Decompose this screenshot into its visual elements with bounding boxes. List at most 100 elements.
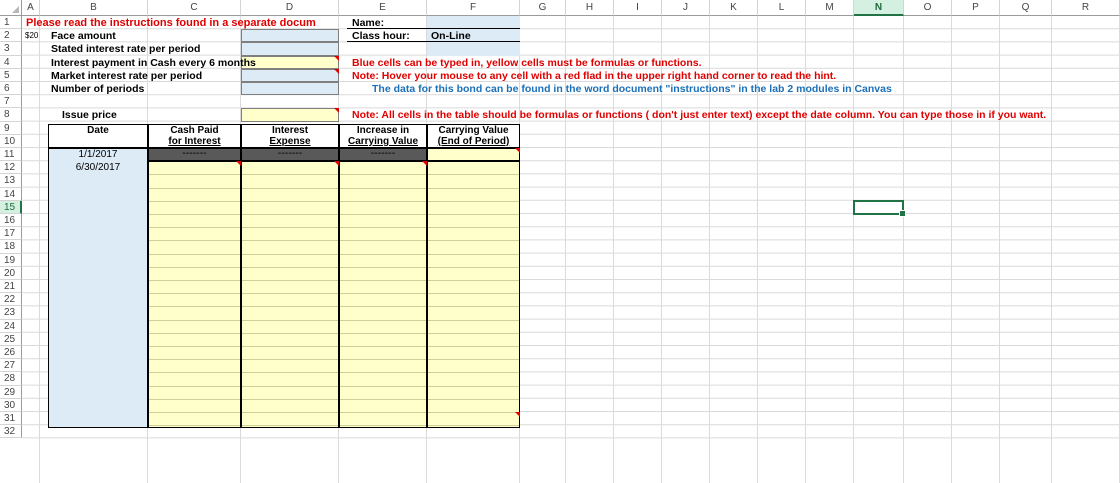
- formula-column-3[interactable]: [339, 161, 427, 429]
- row-divider: [428, 359, 519, 361]
- header-line2: for Interest: [168, 135, 221, 147]
- dash-text: -------: [370, 147, 396, 159]
- class-hour-value: On-Line: [431, 30, 471, 43]
- row-divider: [428, 293, 519, 295]
- row-divider: [149, 372, 240, 374]
- selected-cell-n15[interactable]: [853, 199, 906, 217]
- row-divider: [242, 174, 338, 176]
- row-divider: [340, 293, 426, 295]
- row-divider: [340, 279, 426, 281]
- dash-cell-3: -------: [339, 147, 427, 162]
- formula-column-2[interactable]: [241, 161, 339, 429]
- table-note: Note: All cells in the table should be f…: [352, 109, 1047, 122]
- instructions-title: Please read the instructions found in a …: [26, 17, 316, 29]
- row-divider: [428, 345, 519, 347]
- row-divider: [149, 187, 240, 189]
- row-divider: [428, 319, 519, 321]
- row-divider: [242, 200, 338, 202]
- num-periods-label: Number of periods: [51, 83, 145, 95]
- row-divider: [340, 398, 426, 400]
- row-divider: [242, 372, 338, 374]
- row-divider: [149, 398, 240, 400]
- formula-column-4[interactable]: [427, 161, 520, 429]
- row-divider: [340, 240, 426, 242]
- carrying-value-initial[interactable]: [427, 148, 520, 162]
- row-divider: [149, 174, 240, 176]
- row-divider: [242, 359, 338, 361]
- row-divider: [149, 227, 240, 229]
- row-divider: [242, 253, 338, 255]
- row-divider: [428, 279, 519, 281]
- row-divider: [149, 306, 240, 308]
- row-divider: [242, 227, 338, 229]
- row-divider: [242, 293, 338, 295]
- formula-column-1[interactable]: [148, 161, 241, 429]
- row-divider: [149, 332, 240, 334]
- row-divider: [340, 385, 426, 387]
- row-divider: [428, 411, 519, 413]
- market-rate-label: Market interest rate per period: [51, 69, 203, 82]
- row-divider: [428, 213, 519, 215]
- input-cell-d5[interactable]: [241, 68, 339, 82]
- header-line2: (End of Period): [437, 135, 510, 147]
- fill-handle[interactable]: [899, 209, 906, 217]
- row-divider: [340, 345, 426, 347]
- row-divider: [340, 200, 426, 202]
- comment-flag-icon[interactable]: [334, 68, 339, 74]
- comment-flag-icon[interactable]: [515, 412, 520, 417]
- comment-flag-icon[interactable]: [334, 55, 339, 61]
- row-divider: [149, 200, 240, 202]
- face-amount-label: Face amount: [51, 30, 116, 43]
- row-divider: [428, 240, 519, 242]
- row-divider: [428, 372, 519, 374]
- row-divider: [340, 411, 426, 413]
- row-divider: [340, 425, 426, 427]
- row-divider: [242, 385, 338, 387]
- a2-note: $20: [25, 31, 39, 41]
- comment-flag-icon[interactable]: [236, 161, 241, 167]
- dash-text: -------: [182, 147, 207, 159]
- issue-price-label: Issue price: [62, 109, 117, 122]
- row-divider: [149, 319, 240, 321]
- date-cell: 6/30/2017: [75, 162, 121, 174]
- row-divider: [149, 345, 240, 347]
- row-divider: [149, 411, 240, 413]
- row-divider: [149, 359, 240, 361]
- header-line1: Cash Paid: [170, 124, 219, 136]
- table-header-3: Increase in Carrying Value: [339, 123, 427, 148]
- row-divider: [340, 359, 426, 361]
- input-cell-d2[interactable]: [241, 29, 339, 43]
- row-divider: [242, 213, 338, 215]
- row-divider: [149, 266, 240, 268]
- row-divider: [242, 425, 338, 427]
- table-header-1: Cash Paid for Interest: [148, 123, 241, 148]
- row-divider: [149, 240, 240, 242]
- input-cell-d6[interactable]: [241, 82, 339, 96]
- row-divider: [428, 253, 519, 255]
- input-cell-d8[interactable]: [241, 108, 339, 122]
- row-divider: [428, 385, 519, 387]
- table-header-0: Date: [48, 123, 148, 148]
- row-divider: [340, 372, 426, 374]
- header-line1: Interest: [271, 124, 309, 136]
- header-line2: Expense: [269, 135, 311, 147]
- spreadsheet[interactable]: ABCDEFGHIJKLMNOPQR 1 2 3 4 5 6 7 8 9 10 11 12 13 14 15…: [0, 0, 1120, 483]
- comment-flag-icon[interactable]: [334, 161, 339, 167]
- data-note: The data for this bond can be found in t…: [372, 83, 892, 95]
- row-divider: [242, 279, 338, 281]
- row-divider: [242, 266, 338, 268]
- row-divider: [242, 411, 338, 413]
- row-divider: [340, 306, 426, 308]
- row-divider: [340, 332, 426, 334]
- dash-text: -------: [277, 147, 303, 159]
- header-line2: Carrying Value: [347, 135, 419, 147]
- row-divider: [149, 213, 240, 215]
- row-divider: [340, 266, 426, 268]
- comment-flag-icon[interactable]: [422, 161, 427, 167]
- comment-flag-icon[interactable]: [334, 108, 339, 114]
- row-divider: [428, 200, 519, 202]
- comment-flag-icon[interactable]: [515, 148, 520, 153]
- row-divider: [428, 425, 519, 427]
- input-cell-d3[interactable]: [241, 42, 339, 56]
- hover-note: Note: Hover your mouse to any cell with …: [352, 69, 837, 82]
